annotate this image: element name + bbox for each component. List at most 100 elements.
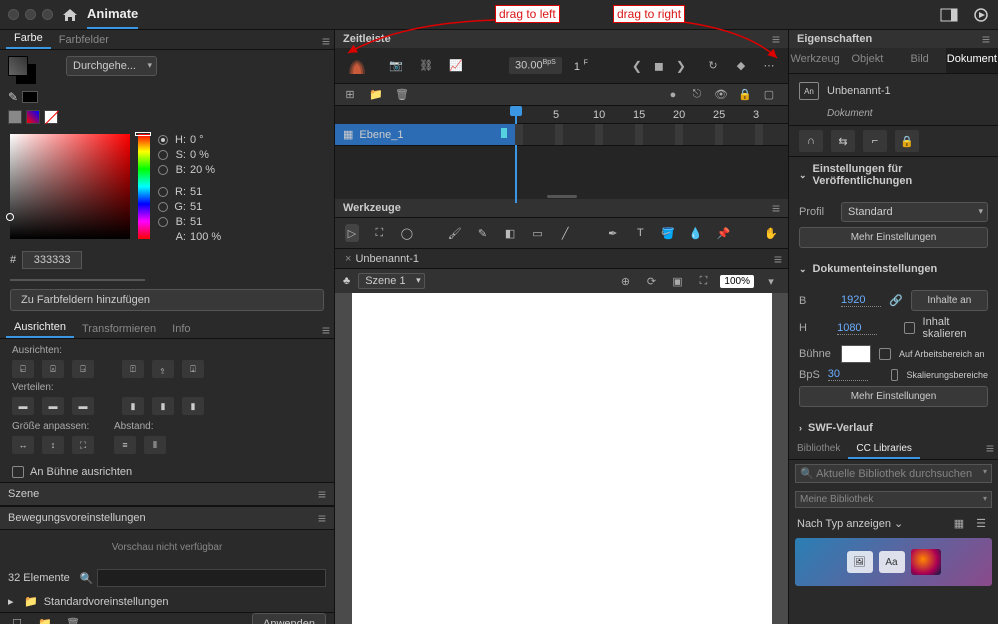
tab-transformieren[interactable]: Transformieren — [74, 321, 164, 338]
align-left-icon[interactable]: ⍇ — [12, 360, 34, 378]
tab-info[interactable]: Info — [164, 321, 198, 338]
pencil-tool-icon[interactable]: ✎ — [476, 224, 490, 242]
lib-asset-icon[interactable]: 🖼 — [847, 551, 873, 573]
color-mode-none-icon[interactable] — [44, 110, 58, 124]
b-radio[interactable] — [158, 165, 168, 175]
stage[interactable] — [352, 293, 772, 624]
h-radio[interactable] — [158, 135, 168, 145]
r-radio[interactable] — [158, 187, 168, 197]
library-search[interactable]: 🔍 Aktuelle Bibliothek durchsuchen — [795, 464, 992, 483]
dist-hcenter-icon[interactable]: ▮ — [152, 397, 174, 415]
bb-radio[interactable] — [158, 217, 168, 227]
hex-input[interactable] — [22, 251, 82, 269]
lasso-tool-icon[interactable]: ◯ — [400, 224, 414, 242]
more-docset-button[interactable]: Mehr Einstellungen — [799, 386, 988, 407]
onion-skin-icon[interactable] — [345, 56, 369, 76]
s-radio[interactable] — [158, 150, 168, 160]
highlight-icon[interactable]: ● — [664, 86, 682, 104]
preset-search-input[interactable] — [97, 569, 326, 587]
grid-view-icon[interactable]: ▦ — [950, 514, 968, 532]
pencil-stroke-icon[interactable]: ✎ — [8, 90, 58, 104]
pin-tool-icon[interactable]: 📌 — [717, 224, 731, 242]
align-to-stage-checkbox[interactable] — [12, 466, 24, 478]
new-folder-layer-icon[interactable]: 📁 — [367, 86, 385, 104]
center-stage-icon[interactable]: ⊕ — [616, 272, 634, 290]
eraser-tool-icon[interactable]: ◧ — [503, 224, 517, 242]
zoom-dropdown-icon[interactable]: ▾ — [762, 272, 780, 290]
zoom-value[interactable]: 100% — [720, 275, 754, 288]
preset-folder[interactable]: ▸ 📁 Standardvoreinstellungen — [0, 591, 334, 612]
selection-tool-icon[interactable]: ▷ — [345, 224, 359, 242]
fit-view-icon[interactable]: ⛶ — [694, 272, 712, 290]
outline-icon[interactable]: ▢ — [760, 86, 778, 104]
pasteboard-checkbox[interactable] — [879, 348, 891, 360]
pen-tool-icon[interactable]: ✒ — [606, 224, 620, 242]
tab-werkzeug[interactable]: Werkzeug — [789, 48, 841, 73]
play-icon[interactable] — [972, 6, 990, 24]
camera-icon[interactable]: 📷 — [387, 57, 405, 75]
scale-content-checkbox[interactable] — [904, 322, 915, 334]
dist-top-icon[interactable]: ▬ — [12, 397, 34, 415]
tab-objekt[interactable]: Objekt — [841, 48, 893, 73]
align-panel-menu-icon[interactable]: ≡ — [322, 322, 330, 338]
lib-font-icon[interactable]: Aa — [879, 551, 905, 573]
trash-icon[interactable]: 🗑 — [64, 615, 82, 624]
r-value[interactable]: 51 — [190, 186, 230, 198]
workspace-layout-icon[interactable] — [940, 6, 958, 24]
tab-farbe[interactable]: Farbe — [6, 30, 51, 49]
timeline-ruler[interactable]: 5 10 15 20 25 3 — [515, 106, 788, 124]
properties-menu-icon[interactable]: ≡ — [982, 31, 990, 47]
free-transform-tool-icon[interactable]: ⛶ — [373, 224, 387, 242]
filter-chev-icon[interactable]: ⌄ — [894, 518, 903, 530]
playhead[interactable] — [515, 106, 517, 203]
text-tool-icon[interactable]: T — [634, 224, 648, 242]
space-h-icon[interactable]: ⦀ — [144, 436, 166, 454]
dist-right-icon[interactable]: ▮ — [182, 397, 204, 415]
add-to-swatches-button[interactable]: Zu Farbfeldern hinzufügen — [10, 289, 324, 311]
snapping-icon[interactable]: ∩ — [799, 130, 823, 152]
new-preset-icon[interactable]: ☐ — [8, 615, 26, 624]
document-tab-menu-icon[interactable]: ≡ — [774, 251, 782, 267]
lock-stage-icon[interactable]: 🔒 — [895, 130, 919, 152]
color-field[interactable] — [10, 134, 130, 239]
color-mode-icon-2[interactable] — [26, 110, 40, 124]
dist-bottom-icon[interactable]: ▬ — [72, 397, 94, 415]
color-type-dropdown[interactable]: Durchgehe... — [66, 56, 157, 76]
graph-icon[interactable]: 📈 — [447, 57, 465, 75]
maximize-window-icon[interactable] — [42, 9, 53, 20]
prev-frame-icon[interactable]: ◼ — [654, 59, 664, 73]
swf-history-header[interactable]: ›SWF-Verlauf — [789, 416, 998, 440]
align-vcenter-icon[interactable]: ⍚ — [152, 360, 174, 378]
match-content-button[interactable]: Inhalte an — [911, 290, 988, 311]
minimize-window-icon[interactable] — [25, 9, 36, 20]
edit-multiple-frames-icon[interactable]: ⇆ — [831, 130, 855, 152]
layer-frames[interactable] — [515, 124, 788, 145]
visibility-icon[interactable]: 👁 — [712, 86, 730, 104]
match-w-icon[interactable]: ↔ — [12, 436, 34, 454]
layer-name[interactable]: Ebene_1 — [359, 129, 403, 141]
eyedropper-tool-icon[interactable]: 💧 — [689, 224, 703, 242]
width-input[interactable] — [841, 294, 881, 307]
scene-dropdown[interactable]: Szene 1 — [358, 273, 424, 289]
delete-layer-icon[interactable]: 🗑 — [393, 86, 411, 104]
docsettings-section-header[interactable]: ⌄Dokumenteinstellungen — [789, 257, 998, 281]
b-value[interactable]: 20 % — [190, 164, 230, 176]
scene-menu-icon[interactable]: ≡ — [318, 486, 326, 502]
publish-section-header[interactable]: ⌄Einstellungen für Veröffentlichungen — [789, 157, 998, 193]
rotate-view-icon[interactable]: ⟳ — [642, 272, 660, 290]
more-publish-button[interactable]: Mehr Einstellungen — [799, 227, 988, 248]
space-v-icon[interactable]: ≡ — [114, 436, 136, 454]
align-hcenter-icon[interactable]: ⍓ — [42, 360, 64, 378]
motion-panel-header[interactable]: Bewegungsvoreinstellungen — [8, 512, 146, 524]
connect-icon[interactable]: ⎋ — [688, 86, 706, 104]
g-value[interactable]: 51 — [190, 201, 230, 213]
first-frame-icon[interactable]: ❮ — [632, 59, 642, 73]
tab-farbfelder[interactable]: Farbfelder — [51, 32, 117, 49]
my-library-dropdown[interactable]: Meine Bibliothek — [795, 491, 992, 508]
folder-expand-icon[interactable]: ▸ — [8, 595, 18, 608]
line-tool-icon[interactable]: ╱ — [558, 224, 572, 242]
tab-ausrichten[interactable]: Ausrichten — [6, 319, 74, 338]
match-wh-icon[interactable]: ⛶ — [72, 436, 94, 454]
tools-menu-icon[interactable]: ≡ — [772, 200, 780, 216]
library-menu-icon[interactable]: ≡ — [986, 440, 994, 459]
